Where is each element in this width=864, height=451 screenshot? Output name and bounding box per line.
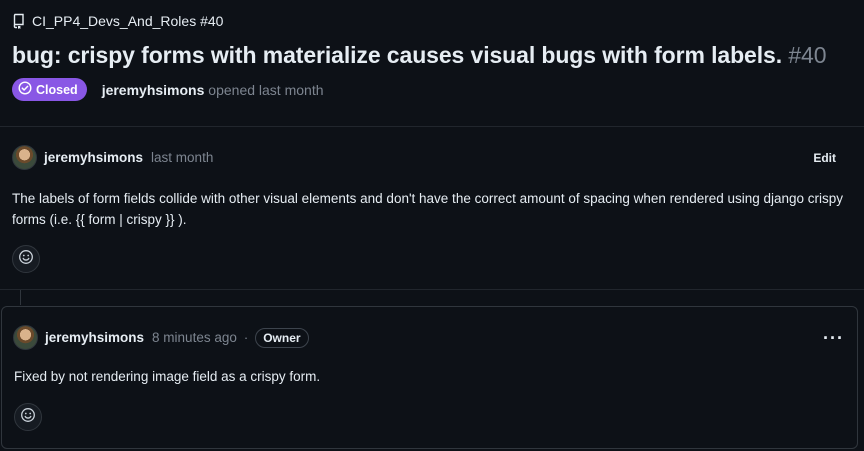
status-badge: Closed [12,78,87,101]
issue-title-text: bug: crispy forms with materialize cause… [12,42,783,68]
owner-badge: Owner [255,327,309,348]
comment-header: jeremyhsimons 8 minutes ago · Owner ··· [13,325,848,350]
divider [0,126,864,127]
add-reaction-button[interactable] [14,403,42,431]
edit-button[interactable]: Edit [813,151,836,165]
avatar[interactable] [12,145,37,170]
opened-text: opened last month [208,81,324,98]
repo-breadcrumb[interactable]: CI_PP4_Devs_And_Roles #40 [12,13,223,29]
kebab-menu-icon[interactable]: ··· [823,329,844,347]
issue-meta: Closed jeremyhsimons opened last month [12,78,324,101]
repo-icon [12,13,26,29]
comment-author-link[interactable]: jeremyhsimons [45,330,144,345]
smiley-icon [18,249,34,270]
timeline-line [20,290,21,305]
opened-by: jeremyhsimons opened last month [102,82,324,98]
issue-page: CI_PP4_Devs_And_Roles #40 bug: crispy fo… [0,0,864,451]
issue-author-link[interactable]: jeremyhsimons [102,82,205,98]
comment-timestamp[interactable]: last month [151,150,213,165]
issue-number: #40 [788,42,827,68]
comment-header: jeremyhsimons last month Edit [12,145,852,170]
repo-breadcrumb-label: CI_PP4_Devs_And_Roles #40 [32,13,224,29]
closed-check-icon [18,81,32,98]
comment-body: The labels of form fields collide with o… [12,191,844,227]
divider [0,289,864,290]
comment-timestamp[interactable]: 8 minutes ago [152,330,237,345]
status-badge-label: Closed [36,82,78,97]
smiley-icon [20,407,36,428]
separator: · [243,330,249,345]
add-reaction-button[interactable] [12,245,40,273]
comment-card: jeremyhsimons 8 minutes ago · Owner ··· … [1,306,858,449]
issue-title: bug: crispy forms with materialize cause… [12,42,826,69]
avatar[interactable] [13,325,38,350]
comment-body: Fixed by not rendering image field as a … [14,369,321,384]
comment-author-link[interactable]: jeremyhsimons [44,150,143,165]
